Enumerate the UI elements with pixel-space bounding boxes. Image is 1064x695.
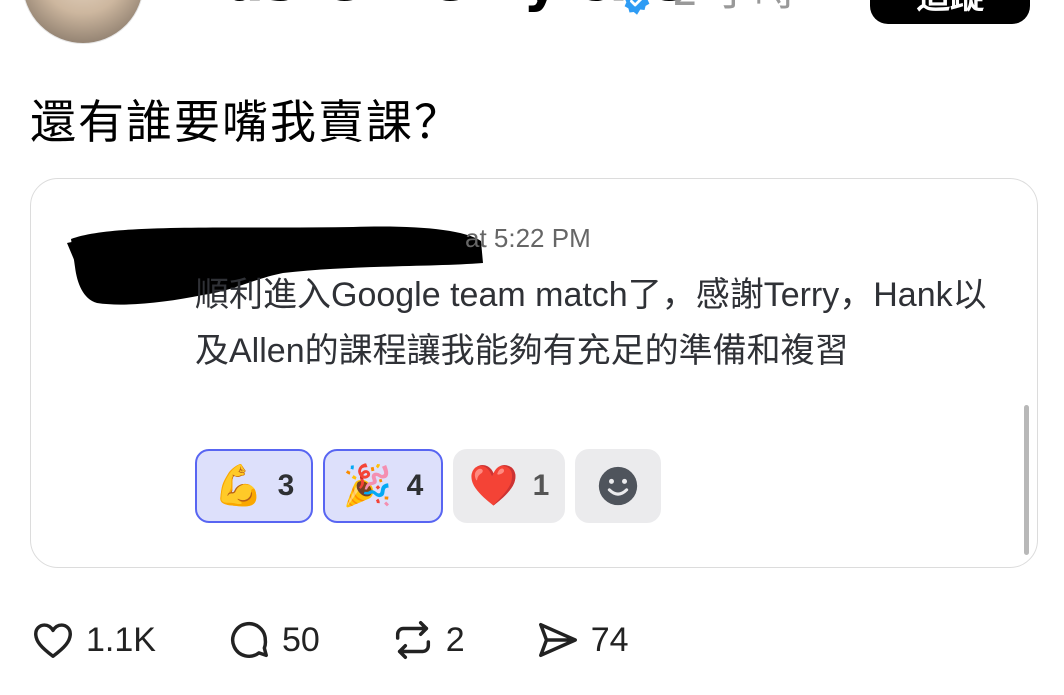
send-icon <box>538 622 577 658</box>
message-text: 順利進入Google team match了，感謝Terry，Hank以及All… <box>195 276 987 370</box>
smiley-icon <box>598 466 638 506</box>
reply-count: 50 <box>281 620 320 659</box>
follow-button[interactable]: 追蹤 <box>870 0 1030 24</box>
reaction-flexed-biceps[interactable]: 💪 3 <box>195 449 313 523</box>
repost-button[interactable]: 2 <box>390 617 465 663</box>
post-action-bar: 1.1K 50 2 74 <box>30 612 699 668</box>
party-popper-icon: 🎉 <box>342 464 393 508</box>
avatar[interactable] <box>22 0 144 44</box>
add-reaction-button[interactable] <box>575 449 661 523</box>
share-count: 74 <box>590 620 629 659</box>
heart-icon <box>34 623 72 659</box>
reaction-count: 3 <box>277 469 295 502</box>
reaction-count: 4 <box>406 469 424 502</box>
like-count: 1.1K <box>86 620 156 659</box>
post-time: 2 小時 <box>672 0 796 12</box>
quoted-screenshot[interactable]: at 5:22 PM 順利進入Google team match了，感謝Terr… <box>30 178 1038 568</box>
repost-count: 2 <box>445 620 465 659</box>
red-heart-icon: ❤️ <box>468 464 519 508</box>
message-timestamp: at 5:22 PM <box>465 223 591 253</box>
flexed-biceps-icon: 💪 <box>213 464 264 508</box>
post-text: 還有誰要嘴我賣課？ <box>30 95 462 149</box>
reply-button[interactable]: 50 <box>226 617 320 663</box>
threads-post: master.terry.chen 2 小時 追蹤 還有誰要嘴我賣課？ at 5… <box>0 0 1064 695</box>
reaction-count: 1 <box>532 469 550 502</box>
like-button[interactable]: 1.1K <box>30 617 156 663</box>
scrollbar[interactable] <box>1024 405 1029 555</box>
comment-icon <box>230 621 268 658</box>
verified-badge-icon <box>624 0 650 15</box>
repost-icon <box>395 621 430 659</box>
reaction-party-popper[interactable]: 🎉 4 <box>323 449 443 523</box>
share-button[interactable]: 74 <box>535 617 629 663</box>
reaction-heart[interactable]: ❤️ 1 <box>453 449 565 523</box>
reaction-bar: 💪 3 🎉 4 ❤️ 1 <box>195 449 661 523</box>
